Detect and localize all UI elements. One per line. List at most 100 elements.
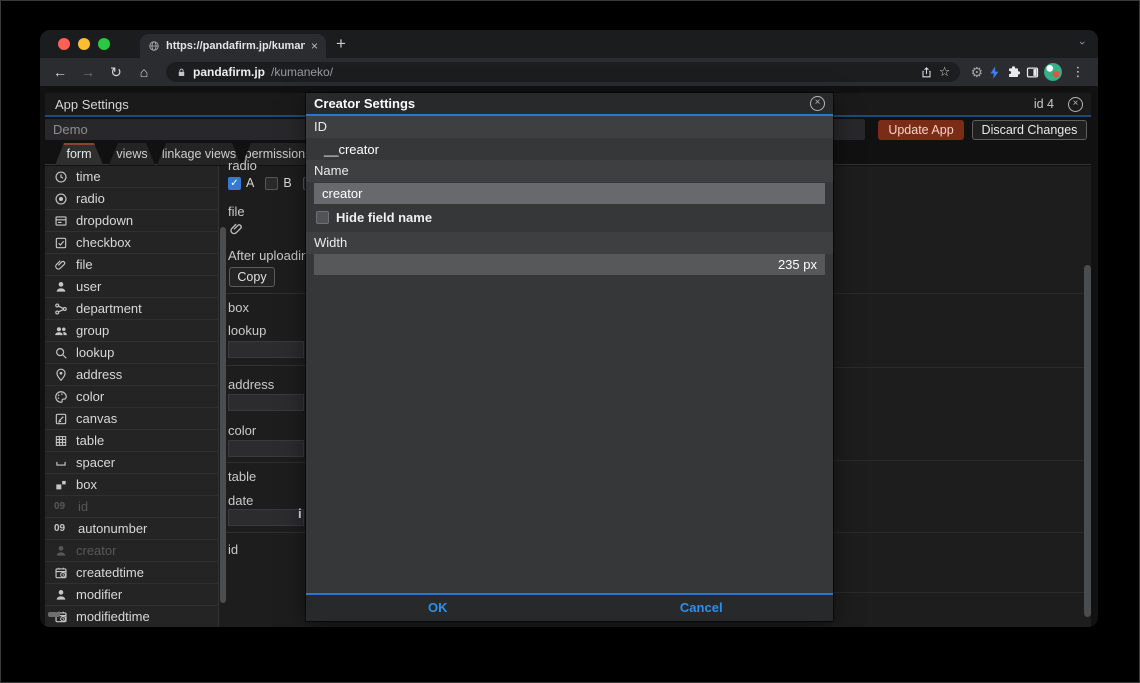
sidebar-item-checkbox[interactable]: checkbox — [45, 232, 218, 254]
lock-icon — [176, 67, 187, 78]
sidebar-scrollbar[interactable] — [220, 227, 226, 603]
lookup-input[interactable] — [228, 341, 304, 358]
copy-button[interactable]: Copy — [229, 267, 275, 287]
checkbox-checked[interactable]: ✓ — [228, 176, 241, 190]
sidebar-item-table[interactable]: table — [45, 430, 218, 452]
sidebar-item-time[interactable]: time — [45, 166, 218, 188]
sidebar-item-label: createdtime — [76, 565, 144, 580]
dialog-close-icon[interactable]: × — [810, 96, 825, 111]
person-icon — [54, 544, 68, 558]
tab-search-chevron-icon[interactable]: › — [1076, 41, 1088, 45]
home-icon[interactable]: ⌂ — [132, 64, 156, 80]
sidebar-horizontal-scrollbar[interactable] — [48, 612, 60, 617]
sidebar-item-radio[interactable]: radio — [45, 188, 218, 210]
width-label: Width — [306, 232, 833, 254]
browser-menu-icon[interactable]: ⋮ — [1066, 64, 1090, 80]
close-window-button[interactable] — [58, 38, 70, 50]
sidebar-item-group[interactable]: group — [45, 320, 218, 342]
bookmark-star-icon[interactable]: ☆ — [939, 64, 951, 80]
browser-tab[interactable]: https://pandafirm.jp/kumaneko × — [140, 34, 326, 58]
tab-views[interactable]: views — [109, 143, 155, 165]
width-input[interactable]: 235 px — [314, 254, 825, 275]
sidebar-item-modifiedtime[interactable]: modifiedtime — [45, 606, 218, 627]
date-picker-icon-fragment: i — [298, 506, 302, 521]
lightning-extension-icon[interactable] — [987, 65, 1002, 80]
sidebar-item-label: canvas — [76, 411, 118, 426]
sidebar-item-lookup[interactable]: lookup — [45, 342, 218, 364]
sidebar-item-modifier[interactable]: modifier — [45, 584, 218, 606]
field-label-lookup: lookup — [228, 323, 267, 338]
sidebar-item-autonumber[interactable]: 09 autonumber — [45, 518, 218, 540]
sidebar-item-label: department — [76, 301, 142, 316]
sidebar-item-user[interactable]: user — [45, 276, 218, 298]
sidebar-item-label: box — [76, 477, 97, 492]
canvas-scrollbar[interactable] — [1084, 265, 1091, 617]
sidebar-item-canvas[interactable]: canvas — [45, 408, 218, 430]
share-icon[interactable] — [920, 66, 933, 79]
field-label-date: date — [228, 493, 254, 508]
forward-icon[interactable]: → — [76, 64, 100, 80]
checkbox-unchecked[interactable] — [265, 176, 279, 190]
network-icon — [54, 302, 68, 316]
sidebar-item-file[interactable]: file — [45, 254, 218, 276]
paperclip-icon — [229, 221, 245, 237]
app-close-icon[interactable]: × — [1068, 96, 1083, 112]
name-label: Name — [306, 160, 833, 182]
search-icon — [54, 346, 68, 360]
cancel-button[interactable]: Cancel — [570, 595, 834, 621]
checkbox-icon — [54, 236, 68, 250]
sidebar-item-createdtime[interactable]: createdtime — [45, 562, 218, 584]
update-app-button[interactable]: Update App — [878, 120, 964, 140]
tab-close-icon[interactable]: × — [311, 40, 318, 52]
page-title: App Settings — [55, 96, 129, 112]
row-divider — [833, 592, 1086, 593]
url-host: pandafirm.jp — [193, 65, 266, 79]
discard-changes-button[interactable]: Discard Changes — [972, 120, 1087, 140]
tab-form[interactable]: form — [55, 143, 103, 165]
row-divider — [833, 293, 1086, 294]
date-input[interactable] — [228, 509, 304, 526]
sidebar-item-label: address — [76, 367, 123, 382]
reload-icon[interactable]: ↻ — [104, 64, 128, 81]
clock-icon — [54, 170, 68, 184]
new-tab-button[interactable]: + — [336, 34, 346, 54]
sidebar-item-spacer[interactable]: spacer — [45, 452, 218, 474]
sidebar-item-department[interactable]: department — [45, 298, 218, 320]
sidebar-item-id: 09 id — [45, 496, 218, 518]
ok-button[interactable]: OK — [306, 595, 570, 621]
sidebar-item-label: user — [76, 279, 102, 294]
back-icon[interactable]: ← — [48, 64, 72, 80]
sidebar-item-label: id — [78, 499, 89, 514]
sidebar-item-address[interactable]: address — [45, 364, 218, 386]
paperclip-icon — [54, 258, 68, 272]
profile-avatar[interactable] — [1044, 63, 1062, 81]
sidebar-item-label: creator — [76, 543, 117, 558]
address-input[interactable] — [228, 394, 304, 411]
hide-field-name-checkbox[interactable] — [316, 211, 329, 224]
sidebar-item-label: modifier — [76, 587, 123, 602]
dialog-footer: OK Cancel — [306, 595, 833, 621]
zoom-window-button[interactable] — [98, 38, 110, 50]
dialog-title: Creator Settings — [314, 96, 416, 111]
name-input[interactable]: creator — [314, 183, 825, 204]
extensions-puzzle-icon[interactable] — [1006, 65, 1021, 80]
color-input[interactable] — [228, 440, 304, 457]
sidebar-item-box[interactable]: box — [45, 474, 218, 496]
side-panel-icon[interactable] — [1025, 65, 1040, 80]
spacer-icon — [54, 456, 68, 470]
sidebar-item-dropdown[interactable]: dropdown — [45, 210, 218, 232]
person-icon — [54, 588, 68, 602]
window-controls — [58, 38, 110, 50]
tab-strip: https://pandafirm.jp/kumaneko × + › — [40, 30, 1098, 58]
option-label: B — [283, 176, 292, 190]
dialog-titlebar: Creator Settings × — [306, 93, 833, 114]
radio-icon — [54, 192, 68, 206]
minimize-window-button[interactable] — [78, 38, 90, 50]
id-label: ID — [306, 116, 833, 138]
sidebar-item-color[interactable]: color — [45, 386, 218, 408]
address-bar[interactable]: pandafirm.jp/kumaneko/ ☆ — [166, 62, 961, 82]
digits-icon: 09 — [54, 523, 66, 534]
gear-extension-icon[interactable]: ⚙ — [970, 64, 983, 81]
after-upload-text: After uploading — [228, 248, 316, 263]
url-path: /kumaneko/ — [271, 65, 334, 79]
